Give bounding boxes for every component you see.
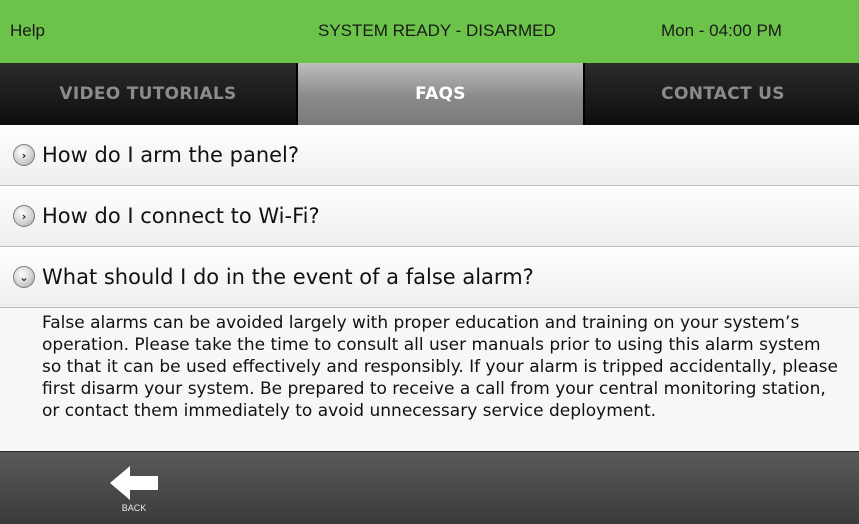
system-status-text: SYSTEM READY - DISARMED <box>318 21 556 40</box>
bottom-bar: BACK <box>0 451 859 524</box>
chevron-right-icon: › <box>13 205 35 227</box>
tab-video-tutorials[interactable]: VIDEO TUTORIALS <box>0 63 298 125</box>
tab-faqs[interactable]: FAQS <box>298 63 583 125</box>
chevron-down-icon: ⌄ <box>13 266 35 288</box>
faq-item-wifi[interactable]: › How do I connect to Wi-Fi? <box>0 186 859 247</box>
back-label: BACK <box>121 503 147 513</box>
arrow-left-icon <box>110 466 158 500</box>
status-bar: Help SYSTEM READY - DISARMED Mon - 04:00… <box>0 0 859 63</box>
back-button[interactable]: BACK <box>103 466 165 522</box>
faq-question: How do I connect to Wi-Fi? <box>42 204 320 228</box>
tab-contact-us[interactable]: CONTACT US <box>583 63 859 125</box>
faq-question: How do I arm the panel? <box>42 143 300 167</box>
help-title[interactable]: Help <box>10 21 45 41</box>
date-time-text: Mon - 04:00 PM <box>661 21 782 40</box>
faq-item-false-alarm[interactable]: ⌄ What should I do in the event of a fal… <box>0 247 859 308</box>
tab-bar: VIDEO TUTORIALS FAQS CONTACT US <box>0 63 859 125</box>
chevron-right-icon: › <box>13 144 35 166</box>
faq-answer-text: False alarms can be avoided largely with… <box>42 313 838 421</box>
faq-question: What should I do in the event of a false… <box>42 265 534 289</box>
faq-item-arm-panel[interactable]: › How do I arm the panel? <box>0 125 859 186</box>
faq-list: › How do I arm the panel? › How do I con… <box>0 125 859 451</box>
